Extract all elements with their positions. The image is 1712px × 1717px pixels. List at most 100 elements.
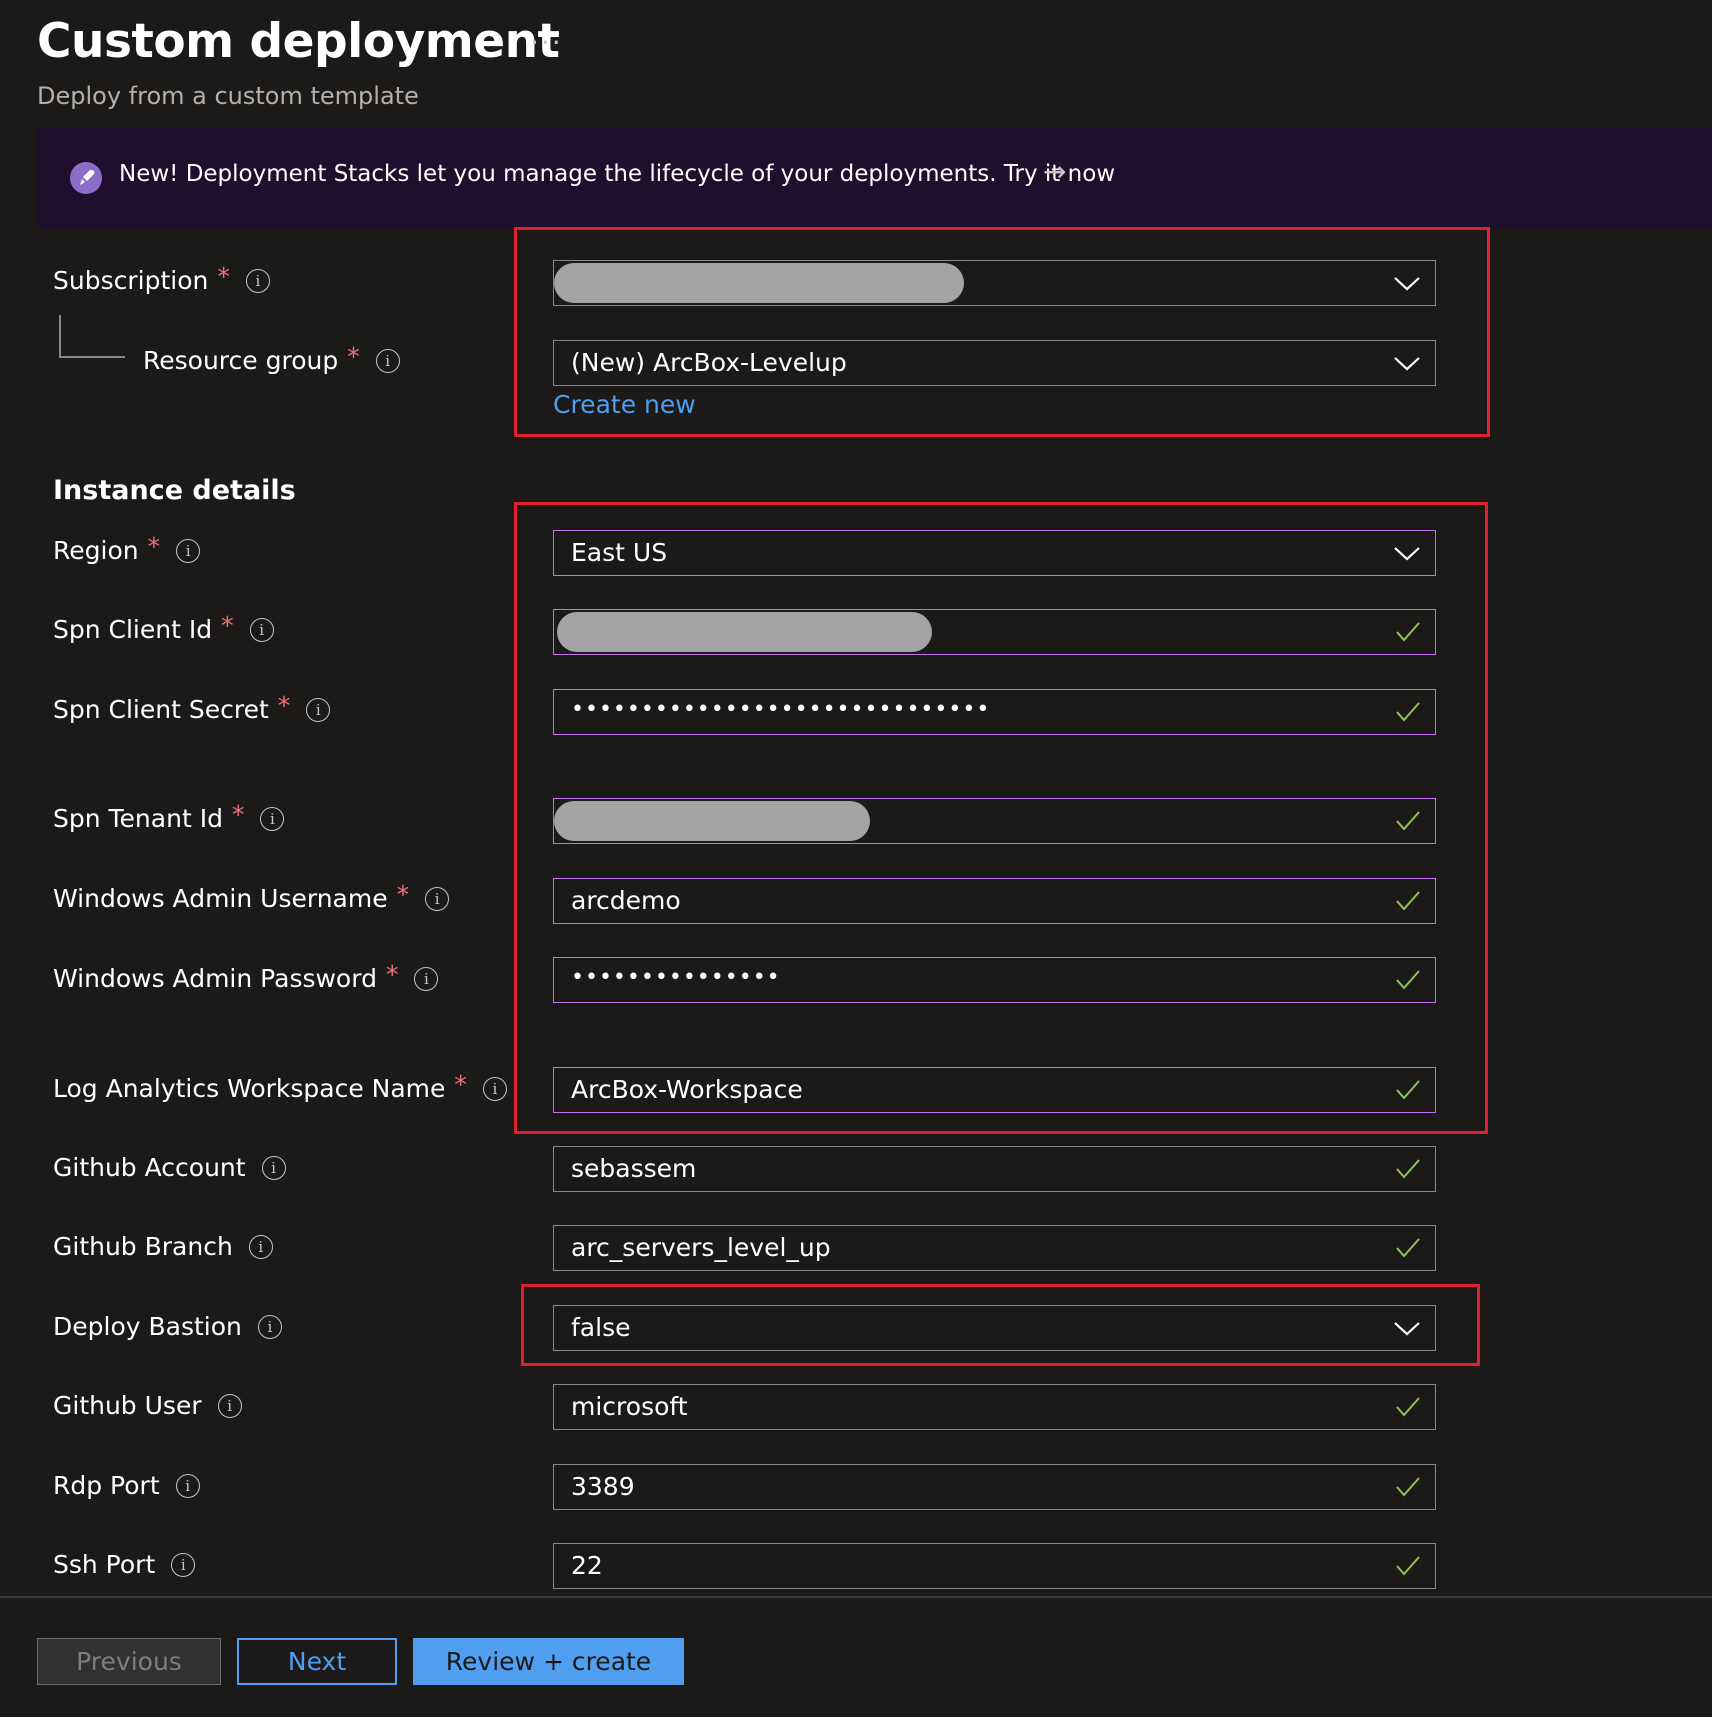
- ssh-port-label-text: Ssh Port: [53, 1550, 156, 1579]
- rdp-port-label: Rdp Port i: [53, 1471, 200, 1500]
- ssh-port-label: Ssh Port i: [53, 1550, 196, 1579]
- github-account-input[interactable]: sebassem: [553, 1146, 1436, 1192]
- region-label: Region * i: [53, 532, 201, 565]
- required-marker: *: [347, 342, 360, 371]
- banner-text[interactable]: New! Deployment Stacks let you manage th…: [119, 161, 1115, 187]
- info-icon[interactable]: i: [261, 1155, 286, 1180]
- required-marker: *: [217, 262, 230, 291]
- info-icon[interactable]: i: [176, 538, 201, 563]
- region-value: East US: [571, 538, 668, 567]
- github-user-input[interactable]: microsoft: [553, 1384, 1436, 1430]
- windows-admin-password-value: •••••••••••••••: [571, 965, 781, 990]
- rocket-icon: [70, 162, 102, 194]
- required-marker: *: [396, 880, 410, 909]
- previous-button[interactable]: Previous: [37, 1638, 221, 1685]
- resource-group-value: (New) ArcBox-Levelup: [571, 348, 847, 377]
- redacted-value: [554, 263, 964, 303]
- check-icon: [1396, 970, 1420, 990]
- chevron-down-icon: [1394, 357, 1420, 371]
- spn-client-secret-label-text: Spn Client Secret: [53, 695, 269, 724]
- info-icon[interactable]: i: [171, 1552, 196, 1577]
- tree-connector: [59, 315, 61, 357]
- footer-divider: [0, 1596, 1712, 1598]
- deploy-bastion-label: Deploy Bastion i: [53, 1312, 282, 1341]
- deployment-stacks-banner[interactable]: New! Deployment Stacks let you manage th…: [37, 127, 1712, 228]
- log-analytics-label: Log Analytics Workspace Name * i: [53, 1070, 507, 1103]
- log-analytics-input[interactable]: ArcBox-Workspace: [553, 1067, 1436, 1113]
- info-icon[interactable]: i: [217, 1393, 242, 1418]
- check-icon: [1396, 1397, 1420, 1417]
- chevron-down-icon: [1394, 1322, 1420, 1336]
- required-marker: *: [221, 611, 234, 640]
- chevron-down-icon: [1394, 547, 1420, 561]
- windows-admin-password-label: Windows Admin Password * i: [53, 960, 439, 993]
- tree-connector: [59, 356, 125, 358]
- check-icon: [1396, 1238, 1420, 1258]
- spn-client-secret-label: Spn Client Secret * i: [53, 691, 331, 724]
- arrow-right-icon[interactable]: →: [1043, 155, 1066, 188]
- spn-client-secret-input[interactable]: ••••••••••••••••••••••••••••••: [553, 689, 1436, 735]
- subscription-dropdown[interactable]: [553, 260, 1436, 306]
- resource-group-label-text: Resource group: [143, 346, 339, 375]
- instance-details-heading: Instance details: [53, 475, 296, 506]
- github-user-label-text: Github User: [53, 1391, 202, 1420]
- check-icon: [1396, 1477, 1420, 1497]
- resource-group-dropdown[interactable]: (New) ArcBox-Levelup: [553, 340, 1436, 386]
- redacted-value: [554, 801, 870, 841]
- windows-admin-username-input[interactable]: arcdemo: [553, 878, 1436, 924]
- github-branch-label-text: Github Branch: [53, 1232, 233, 1261]
- required-marker: *: [277, 691, 291, 720]
- spn-client-id-label: Spn Client Id * i: [53, 611, 274, 644]
- github-branch-input[interactable]: arc_servers_level_up: [553, 1225, 1436, 1271]
- info-icon[interactable]: i: [245, 268, 270, 293]
- subscription-label: Subscription * i: [53, 262, 270, 295]
- required-marker: *: [147, 532, 161, 561]
- windows-admin-password-label-text: Windows Admin Password: [53, 964, 377, 993]
- info-icon[interactable]: i: [482, 1076, 507, 1101]
- review-create-button[interactable]: Review + create: [413, 1638, 684, 1685]
- create-new-link[interactable]: Create new: [553, 390, 696, 419]
- windows-admin-password-input[interactable]: •••••••••••••••: [553, 957, 1436, 1003]
- info-icon[interactable]: i: [260, 806, 285, 831]
- deploy-bastion-label-text: Deploy Bastion: [53, 1312, 242, 1341]
- info-icon[interactable]: i: [414, 966, 439, 991]
- rdp-port-input[interactable]: 3389: [553, 1464, 1436, 1510]
- info-icon[interactable]: i: [249, 617, 274, 642]
- redacted-value: [557, 612, 932, 652]
- spn-tenant-id-label: Spn Tenant Id * i: [53, 800, 285, 833]
- github-user-value: microsoft: [571, 1392, 688, 1421]
- info-icon[interactable]: i: [375, 348, 400, 373]
- spn-client-id-input[interactable]: [553, 609, 1436, 655]
- check-icon: [1396, 811, 1420, 831]
- spn-tenant-id-input[interactable]: [553, 798, 1436, 844]
- check-icon: [1396, 622, 1420, 642]
- info-icon[interactable]: i: [175, 1473, 200, 1498]
- log-analytics-value: ArcBox-Workspace: [571, 1075, 803, 1104]
- deploy-bastion-value: false: [571, 1313, 631, 1342]
- check-icon: [1396, 1159, 1420, 1179]
- log-analytics-label-text: Log Analytics Workspace Name: [53, 1074, 446, 1103]
- info-icon[interactable]: i: [425, 886, 450, 911]
- info-icon[interactable]: i: [248, 1234, 273, 1259]
- next-button[interactable]: Next: [237, 1638, 397, 1685]
- rdp-port-label-text: Rdp Port: [53, 1471, 160, 1500]
- resource-group-label: Resource group * i: [143, 342, 400, 375]
- required-marker: *: [385, 960, 399, 989]
- more-options-button[interactable]: ···: [530, 26, 563, 59]
- rdp-port-value: 3389: [571, 1472, 635, 1501]
- subscription-label-text: Subscription: [53, 266, 209, 295]
- ssh-port-input[interactable]: 22: [553, 1543, 1436, 1589]
- check-icon: [1396, 702, 1420, 722]
- region-label-text: Region: [53, 536, 139, 565]
- check-icon: [1396, 1080, 1420, 1100]
- info-icon[interactable]: i: [257, 1314, 282, 1339]
- github-account-label: Github Account i: [53, 1153, 286, 1182]
- windows-admin-username-value: arcdemo: [571, 886, 681, 915]
- deploy-bastion-dropdown[interactable]: false: [553, 1305, 1436, 1351]
- required-marker: *: [231, 800, 245, 829]
- info-icon[interactable]: i: [306, 697, 331, 722]
- spn-tenant-id-label-text: Spn Tenant Id: [53, 804, 223, 833]
- check-icon: [1396, 1556, 1420, 1576]
- required-marker: *: [454, 1070, 467, 1099]
- region-dropdown[interactable]: East US: [553, 530, 1436, 576]
